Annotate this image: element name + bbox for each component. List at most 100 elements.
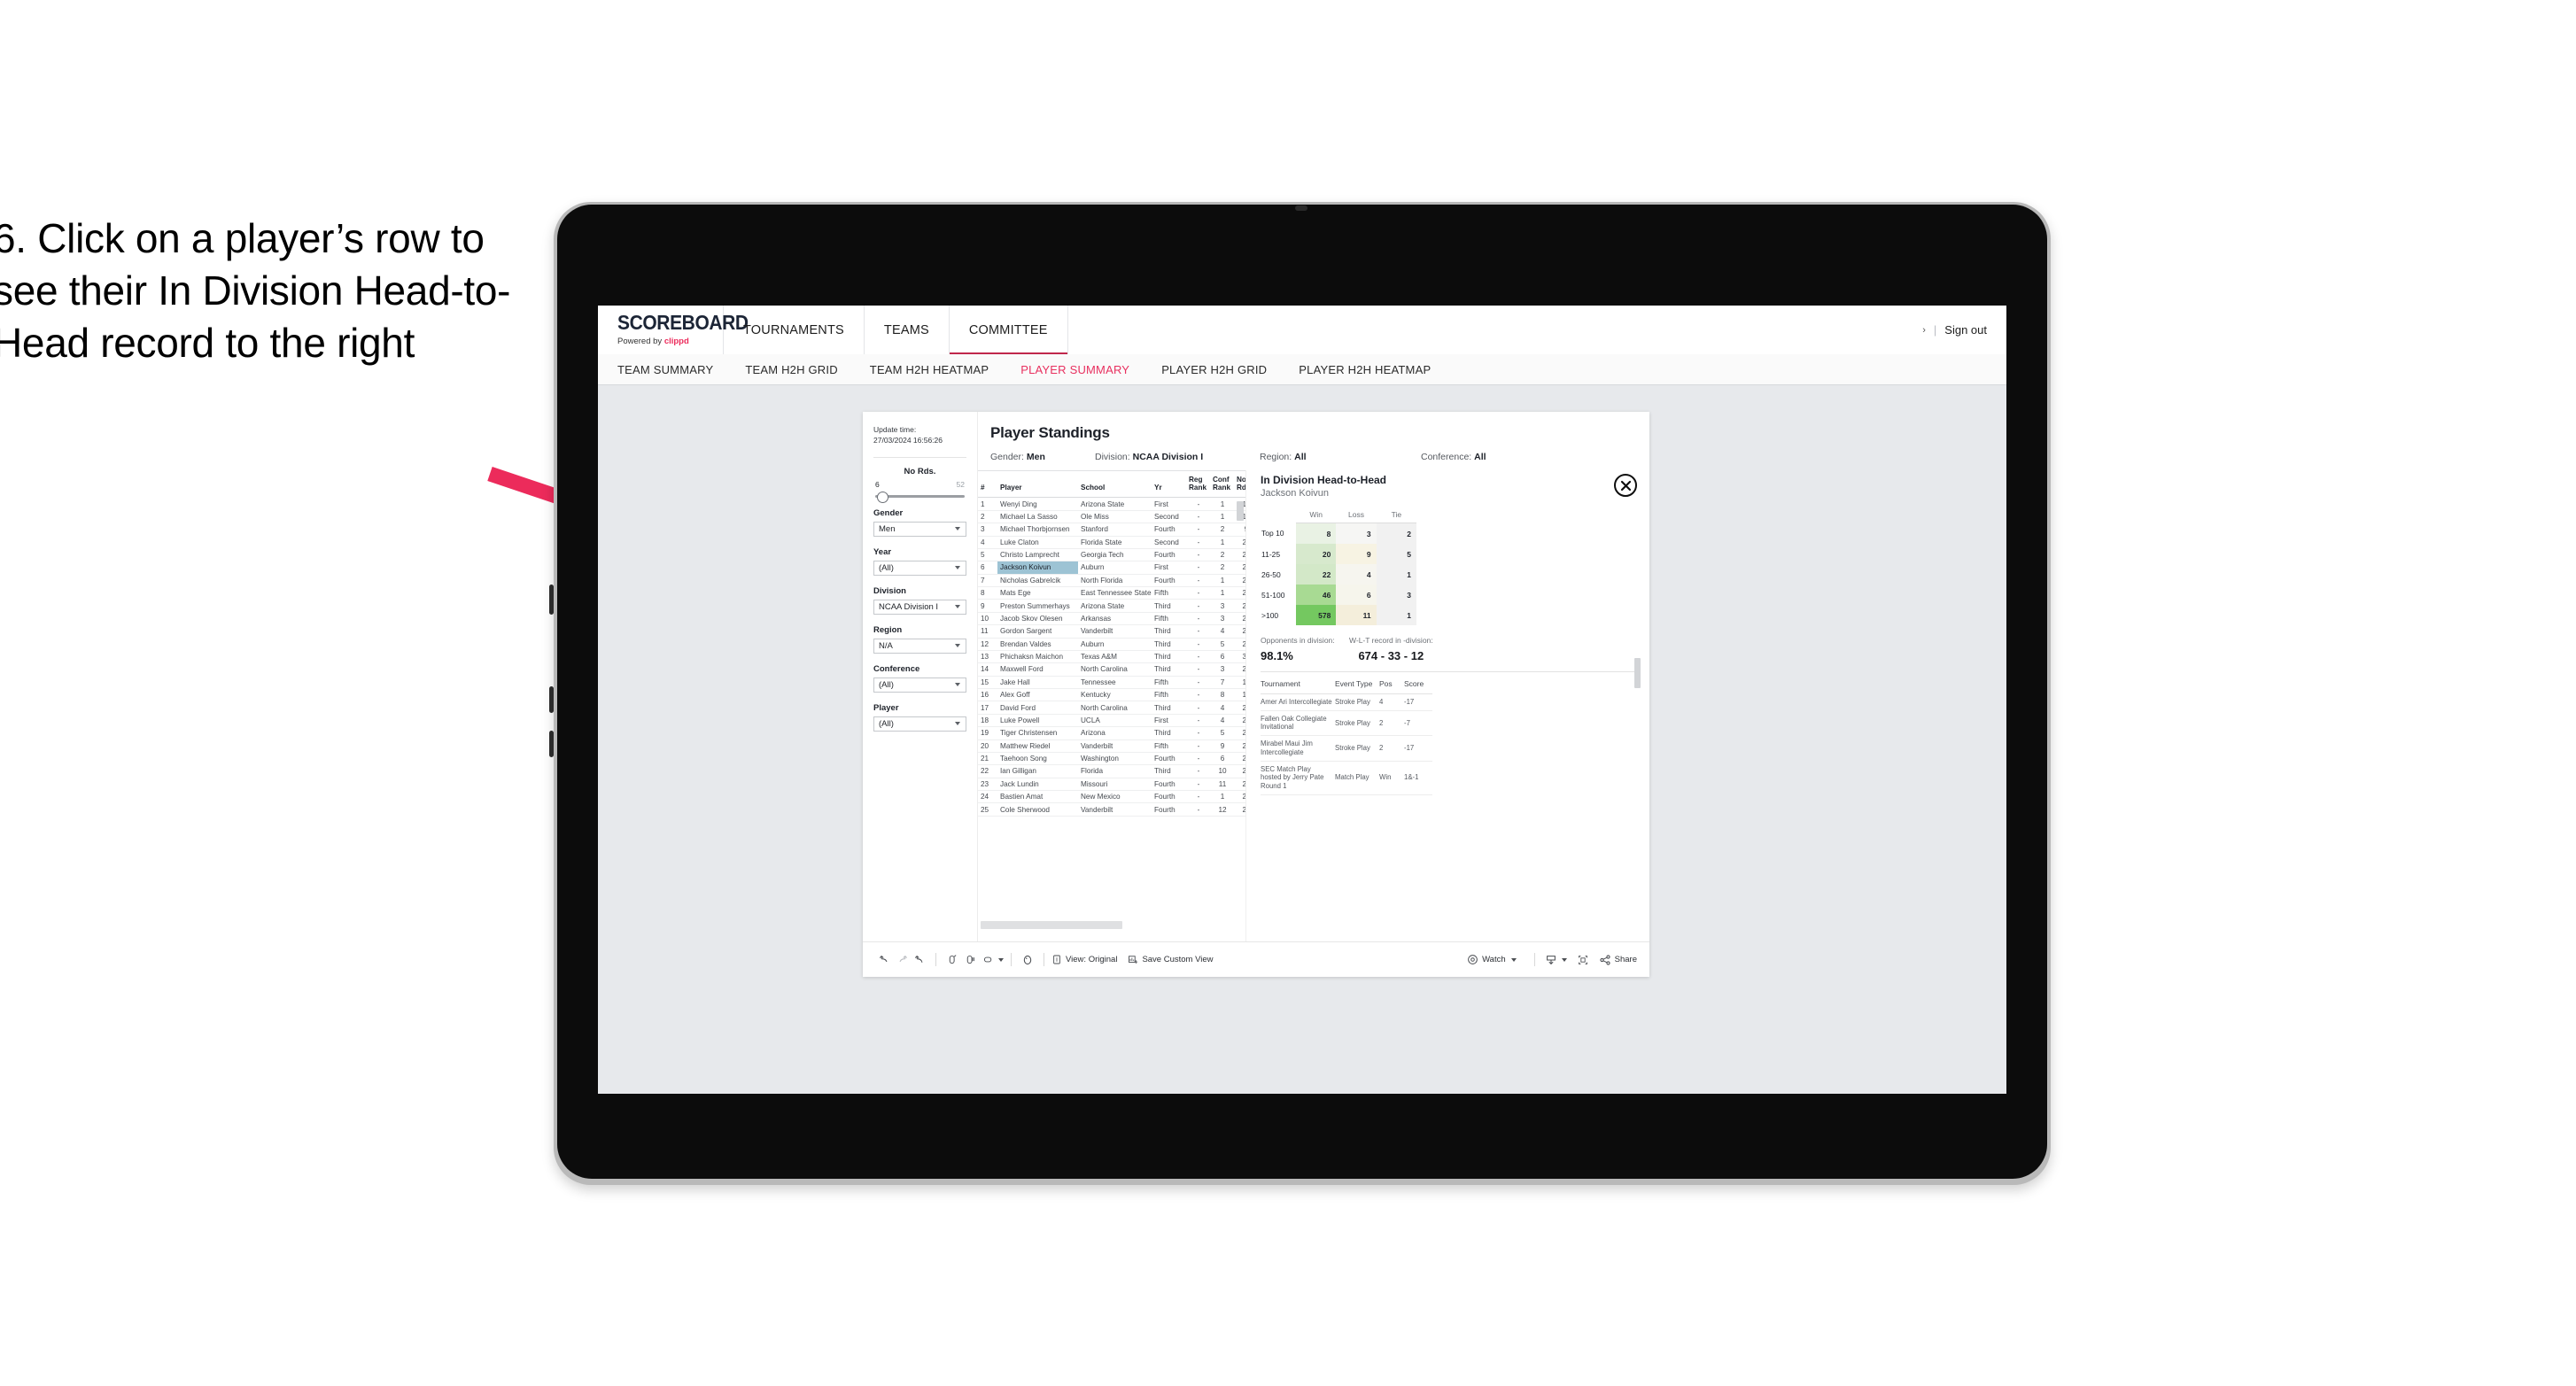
table-row[interactable]: 13Phichaksn MaichonTexas A&MThird-6301: [978, 650, 1245, 664]
table-row[interactable]: 20Matthew RiedelVanderbiltFifth-9230: [978, 739, 1245, 753]
table-row[interactable]: 8Mats EgeEast Tennessee StateFifth-1242: [978, 586, 1245, 600]
pan-dropdown-icon[interactable]: [998, 957, 1004, 962]
tournaments-divider: [1261, 671, 1641, 672]
table-row[interactable]: 18Luke PowellUCLAFirst-4241: [978, 714, 1245, 728]
undo-icon[interactable]: [875, 951, 893, 969]
table-row[interactable]: 22Ian GilliganFloridaThird-10241: [978, 764, 1245, 778]
table-row[interactable]: 23Jack LundinMissouriFourth-11240: [978, 778, 1245, 792]
tournaments-scrollbar[interactable]: [1634, 658, 1641, 688]
heatmap-cell-tie[interactable]: 2: [1376, 523, 1416, 544]
heatmap-row[interactable]: 51-100 46 6 3: [1261, 585, 1416, 605]
tab-player-h2h-heatmap[interactable]: PLAYER H2H HEATMAP: [1299, 363, 1431, 376]
save-custom-view-button[interactable]: Save Custom View: [1128, 954, 1214, 965]
division-select[interactable]: NCAA Division I: [873, 599, 966, 615]
col-rank[interactable]: #: [978, 471, 997, 499]
region-select[interactable]: N/A: [873, 638, 966, 654]
pause-icon[interactable]: [961, 951, 979, 969]
no-rds-slider[interactable]: [875, 491, 965, 503]
heatmap-cell-loss[interactable]: 11: [1336, 605, 1377, 625]
table-row[interactable]: 7 Nicholas Gabrelcik North Florida Fourth -1…: [978, 574, 1245, 588]
table-row[interactable]: 14Maxwell FordNorth CarolinaThird-3230: [978, 662, 1245, 677]
tournament-row[interactable]: Mirabel Maui Jim Intercollegiate Stroke P…: [1261, 735, 1432, 762]
download-icon[interactable]: [1542, 951, 1560, 969]
table-vertical-scrollbar[interactable]: [1237, 501, 1244, 521]
heatmap-cell-tie[interactable]: 1: [1376, 564, 1416, 585]
table-row[interactable]: 11Gordon SargentVanderbiltThird-4210: [978, 624, 1245, 639]
close-icon[interactable]: [1614, 474, 1637, 497]
year-select[interactable]: (All): [873, 560, 966, 576]
heatmap-row[interactable]: 11-25 20 9 5: [1261, 544, 1416, 564]
heatmap-cell-win[interactable]: 20: [1296, 544, 1337, 564]
pan-icon[interactable]: [979, 951, 997, 969]
tournament-row[interactable]: Fallen Oak Collegiate Invitational Stroke…: [1261, 710, 1432, 737]
table-row[interactable]: 24Bastien AmatNew MexicoFourth-1272: [978, 790, 1245, 804]
table-row[interactable]: 15Jake HallTennesseeFifth-7180: [978, 676, 1245, 690]
watch-dropdown-icon[interactable]: [1510, 957, 1517, 962]
table-row[interactable]: 12Brendan ValdesAuburnThird-5270: [978, 638, 1245, 651]
table-row[interactable]: 25Cole SherwoodVanderbiltFourth-12231: [978, 802, 1245, 817]
heatmap-cell-loss[interactable]: 3: [1336, 523, 1377, 544]
heatmap-row[interactable]: Top 10 8 3 2: [1261, 523, 1416, 544]
col-yr[interactable]: Yr: [1152, 471, 1186, 499]
table-row[interactable]: 5Christo LamprechtGeorgia TechFourth-221…: [978, 548, 1245, 562]
redo-icon[interactable]: [893, 951, 911, 969]
slider-thumb[interactable]: [877, 491, 888, 503]
heatmap-cell-tie[interactable]: 3: [1376, 585, 1416, 605]
table-row[interactable]: 17David FordNorth CarolinaThird-4211: [978, 701, 1245, 715]
heatmap-cell-win[interactable]: 46: [1296, 585, 1337, 605]
table-row[interactable]: 4Luke ClatonFlorida StateSecond-1272: [978, 536, 1245, 549]
heatmap-row[interactable]: 26-50 22 4 1: [1261, 564, 1416, 585]
heatmap-cell-win[interactable]: 22: [1296, 564, 1337, 585]
tab-player-summary[interactable]: PLAYER SUMMARY: [1020, 363, 1129, 376]
tab-team-summary[interactable]: TEAM SUMMARY: [617, 363, 713, 376]
heatmap-cell-win[interactable]: 578: [1296, 605, 1337, 625]
cell-rds: 27: [1234, 561, 1245, 575]
table-row[interactable]: 2Michael La SassoOle MissSecond-1180: [978, 510, 1245, 524]
watch-button[interactable]: Watch: [1467, 954, 1517, 965]
tab-team-h2h-grid[interactable]: TEAM H2H GRID: [745, 363, 837, 376]
tournament-row[interactable]: Amer Ari Intercollegiate Stroke Play 4 -17: [1261, 693, 1432, 711]
player-select[interactable]: (All): [873, 716, 966, 732]
col-school[interactable]: School: [1078, 471, 1152, 499]
table-horizontal-scrollbar[interactable]: [981, 921, 1122, 929]
heatmap-cell-loss[interactable]: 9: [1336, 544, 1377, 564]
heatmap-row[interactable]: >100 578 11 1: [1261, 605, 1416, 625]
table-row[interactable]: 3Michael ThorbjornsenStanfordFourth-291: [978, 523, 1245, 537]
nav-teams[interactable]: TEAMS: [865, 306, 950, 354]
heatmap-cell-win[interactable]: 8: [1296, 523, 1337, 544]
table-row[interactable]: 19Tiger ChristensenArizonaThird-5232: [978, 726, 1245, 740]
cell-yr: Third: [1152, 624, 1186, 639]
tab-player-h2h-grid[interactable]: PLAYER H2H GRID: [1161, 363, 1267, 376]
tournament-row[interactable]: SEC Match Play hosted by Jerry Pate Roun…: [1261, 761, 1432, 795]
table-row[interactable]: 6Jackson KoivunAuburnFirst-2271: [978, 561, 1245, 575]
col-conf-rank[interactable]: Conf Rank: [1210, 471, 1234, 499]
gender-select[interactable]: Men: [873, 521, 966, 537]
cell-rds: 23: [1234, 802, 1245, 817]
nav-tournaments[interactable]: TOURNAMENTS: [724, 306, 865, 354]
refresh-icon[interactable]: [943, 951, 961, 969]
heatmap-cell-tie[interactable]: 5: [1376, 544, 1416, 564]
table-row[interactable]: 10Jacob Skov OlesenArkansasFifth-3230: [978, 612, 1245, 626]
highlight-icon[interactable]: [1019, 951, 1036, 969]
heatmap-cell-tie[interactable]: 1: [1376, 605, 1416, 625]
col-reg-rank[interactable]: Reg Rank: [1186, 471, 1210, 499]
table-row[interactable]: 9Preston SummerhaysArizona StateThird-32…: [978, 599, 1245, 613]
table-row[interactable]: 1Wenyi DingArizona StateFirst-1151: [978, 497, 1245, 511]
col-player[interactable]: Player: [997, 471, 1078, 499]
view-original-button[interactable]: View: Original: [1051, 954, 1117, 965]
conference-select[interactable]: (All): [873, 677, 966, 693]
revert-icon[interactable]: [911, 951, 928, 969]
table-row[interactable]: 16Alex GoffKentuckyFifth-8190: [978, 688, 1245, 702]
download-dropdown-icon[interactable]: [1561, 957, 1567, 962]
col-no-rds[interactable]: No Rds.: [1234, 471, 1245, 499]
heatmap-cell-loss[interactable]: 6: [1336, 585, 1377, 605]
tab-team-h2h-heatmap[interactable]: TEAM H2H HEATMAP: [870, 363, 989, 376]
nav-committee[interactable]: COMMITTEE: [949, 306, 1068, 355]
app-logo[interactable]: SCOREBOARD Powered by clippd: [598, 306, 749, 354]
heatmap-cell-loss[interactable]: 4: [1336, 564, 1377, 585]
sign-out-button[interactable]: Sign out: [1944, 323, 1987, 337]
chevron-right-icon[interactable]: ›: [1922, 325, 1926, 336]
fullscreen-icon[interactable]: [1574, 951, 1592, 969]
table-row[interactable]: 21Taehoon SongWashingtonFourth-6231: [978, 752, 1245, 766]
share-button[interactable]: Share: [1599, 954, 1637, 966]
